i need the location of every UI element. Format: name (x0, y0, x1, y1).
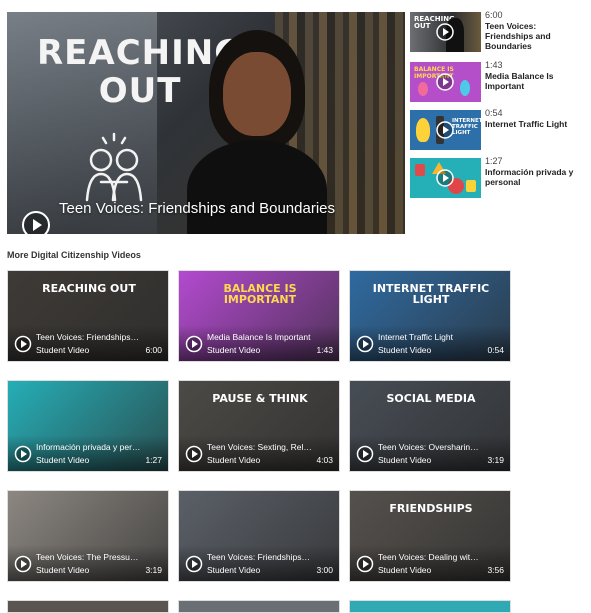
video-card-partial[interactable] (7, 600, 169, 613)
play-circle-icon (14, 555, 32, 573)
hero-video-title: Teen Voices: Friendships and Boundaries (59, 200, 336, 217)
playlist-title: Teen Voices: Friendships and Boundaries (485, 21, 551, 51)
video-card-type: Student Video (207, 345, 261, 355)
playlist-duration: 6:00 (485, 10, 503, 20)
playlist-title: Media Balance Is Important (485, 71, 554, 91)
video-card-title: Información privada y personal (36, 442, 141, 452)
video-card[interactable]: INTERNET TRAFFIC LIGHT Internet Traffic L… (349, 270, 511, 362)
play-circle-icon (356, 445, 374, 463)
video-card-type: Student Video (378, 565, 432, 575)
playlist-title: Información privada y personal (485, 167, 574, 187)
video-card-type: Student Video (36, 455, 90, 465)
playlist-item[interactable]: INTERNET TRAFFIC LIGHT 0:54 Internet Traff… (410, 108, 585, 152)
video-card[interactable]: Información privada y personal Student Vi… (7, 380, 169, 472)
video-card-duration: 3:19 (487, 455, 504, 465)
video-card-duration: 3:19 (145, 565, 162, 575)
playlist-item[interactable]: BALANCE IS IMPORTANT 1:43 Media Balance … (410, 60, 585, 104)
video-card-partial[interactable] (178, 600, 340, 613)
video-card-duration: 1:43 (316, 345, 333, 355)
thumbnail-art-text: REACHING OUT (42, 282, 136, 295)
friends-doodle-icon (85, 132, 143, 202)
playlist-title: Internet Traffic Light (485, 119, 568, 129)
play-circle-icon (14, 445, 32, 463)
play-circle-icon (185, 445, 203, 463)
video-card-title: Teen Voices: The Pressure to Be Perfect (36, 552, 141, 562)
video-card-type: Student Video (207, 565, 261, 575)
video-card-type: Student Video (36, 345, 90, 355)
play-circle-icon (356, 555, 374, 573)
thumbnail-art-text: PAUSE & THINK (212, 392, 308, 405)
play-circle-icon[interactable] (21, 210, 51, 234)
video-card[interactable]: FRIENDSHIPS Teen Voices: Dealing with Dig… (349, 490, 511, 582)
video-card-duration: 1:27 (145, 455, 162, 465)
video-card-title: Media Balance Is Important (207, 332, 311, 342)
playlist-duration: 1:27 (485, 156, 503, 166)
video-card-type: Student Video (207, 455, 261, 465)
video-card-duration: 0:54 (487, 345, 504, 355)
playlist-thumbnail: REACHING OUT (410, 12, 481, 52)
playlist-duration: 0:54 (485, 108, 503, 118)
thumbnail-art-text: INTERNET TRAFFIC LIGHT (372, 282, 490, 306)
video-card-duration: 6:00 (145, 345, 162, 355)
video-card[interactable]: PAUSE & THINK Teen Voices: Sexting, Relat… (178, 380, 340, 472)
video-card[interactable]: BALANCE IS IMPORTANT Media Balance Is Imp… (178, 270, 340, 362)
play-circle-icon (14, 335, 32, 353)
play-circle-icon (436, 121, 454, 139)
play-circle-icon (185, 555, 203, 573)
video-card-duration: 3:00 (316, 565, 333, 575)
thumbnail-art-text: SOCIAL MEDIA (386, 392, 476, 405)
playlist-duration: 1:43 (485, 60, 503, 70)
video-card[interactable]: Teen Voices: Friendships and Connection S… (178, 490, 340, 582)
section-title: More Digital Citizenship Videos (7, 250, 141, 260)
video-card[interactable]: REACHING OUT Teen Voices: Friendships and… (7, 270, 169, 362)
video-card-title: Internet Traffic Light (378, 332, 453, 342)
play-circle-icon (356, 335, 374, 353)
thumbnail-art-text: BALANCE IS IMPORTANT (223, 282, 297, 306)
play-circle-icon (436, 169, 454, 187)
video-card-type: Student Video (36, 565, 90, 575)
playlist-thumbnail: INTERNET TRAFFIC LIGHT (410, 110, 481, 150)
thumbnail-art-text: FRIENDSHIPS (389, 502, 473, 515)
play-circle-icon (436, 23, 454, 41)
playlist-thumbnail (410, 158, 481, 198)
playlist-thumbnail: BALANCE IS IMPORTANT (410, 62, 481, 102)
video-card-duration: 3:56 (487, 565, 504, 575)
featured-video-player[interactable]: REACHING OUT Teen Voices: Friendships an… (7, 12, 405, 234)
video-card-title: Teen Voices: Oversharing and Your Digita… (378, 442, 483, 452)
video-card-title: Teen Voices: Dealing with Digital Drama (378, 552, 483, 562)
video-card-title: Teen Voices: Friendships and Boundaries (36, 332, 141, 342)
video-card-duration: 4:03 (316, 455, 333, 465)
playlist-item[interactable]: 1:27 Información privada y personal (410, 156, 585, 200)
video-card-title: Teen Voices: Friendships and Connection (207, 552, 312, 562)
play-circle-icon (436, 73, 454, 91)
video-card-type: Student Video (378, 345, 432, 355)
video-card[interactable]: SOCIAL MEDIA Teen Voices: Oversharing and… (349, 380, 511, 472)
video-card-type: Student Video (378, 455, 432, 465)
video-card-partial[interactable] (349, 600, 511, 613)
video-card[interactable]: Teen Voices: The Pressure to Be Perfect S… (7, 490, 169, 582)
play-circle-icon (185, 335, 203, 353)
video-card-title: Teen Voices: Sexting, Relationships, and… (207, 442, 312, 452)
playlist-item[interactable]: REACHING OUT 6:00 Teen Voices: Friendship… (410, 10, 585, 54)
